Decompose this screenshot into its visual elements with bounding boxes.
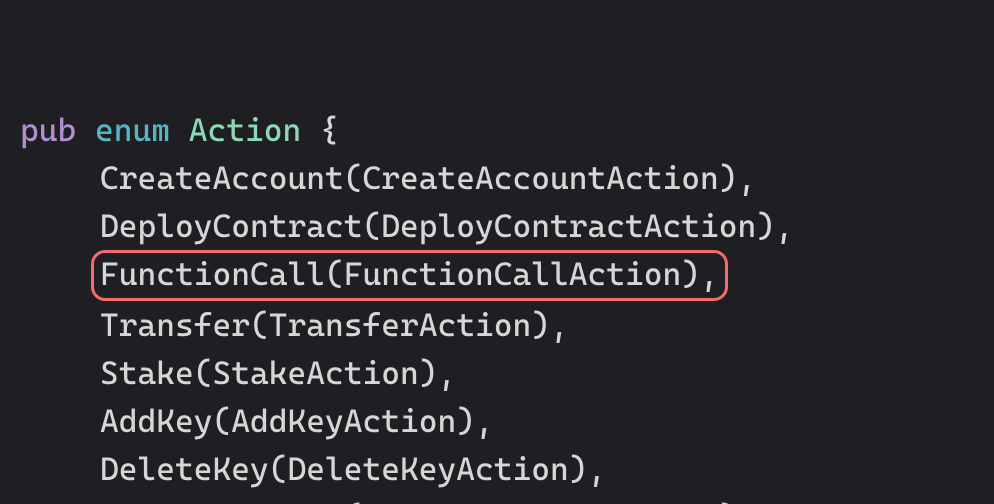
variant-name: DeleteKey — [100, 450, 269, 488]
open-paren: ( — [250, 306, 269, 344]
close-paren: ) — [756, 207, 775, 245]
variant-line-7: DeleteAccount(DeleteAccountAction), — [20, 493, 974, 504]
comma: , — [550, 306, 569, 344]
variant-inner-type: DeleteKeyAction — [288, 450, 569, 488]
code-block: pub enum Action {CreateAccount(CreateAcc… — [0, 0, 994, 504]
highlight-box: FunctionCall(FunctionCallAction), — [91, 250, 728, 301]
variant-inner-type: AddKeyAction — [231, 402, 456, 440]
close-paren: ) — [719, 498, 738, 504]
comma: , — [775, 207, 794, 245]
variant-line-4: Stake(StakeAction), — [20, 349, 974, 397]
close-paren: ) — [456, 402, 475, 440]
variant-name: CreateAccount — [100, 159, 344, 197]
close-paren: ) — [569, 450, 588, 488]
open-brace: { — [320, 111, 339, 149]
variant-inner-type: CreateAccountAction — [363, 159, 719, 197]
variant-inner-type: FunctionCallAction — [344, 255, 682, 293]
open-paren: ( — [194, 354, 213, 392]
variant-line-3: Transfer(TransferAction), — [20, 301, 974, 349]
variant-line-0: CreateAccount(CreateAccountAction), — [20, 154, 974, 202]
keyword-enum: enum — [95, 111, 170, 149]
open-paren: ( — [344, 498, 363, 504]
close-paren: ) — [531, 306, 550, 344]
comma: , — [738, 159, 757, 197]
comma: , — [700, 255, 719, 293]
open-paren: ( — [213, 402, 232, 440]
comma: , — [475, 402, 494, 440]
open-paren: ( — [363, 207, 382, 245]
variant-line-5: AddKey(AddKeyAction), — [20, 397, 974, 445]
variant-name: DeleteAccount — [100, 498, 344, 504]
enum-type-name: Action — [189, 111, 302, 149]
variant-name: Stake — [100, 354, 194, 392]
variant-line-1: DeployContract(DeployContractAction), — [20, 202, 974, 250]
variant-name: Transfer — [100, 306, 250, 344]
close-paren: ) — [681, 255, 700, 293]
variant-inner-type: StakeAction — [213, 354, 419, 392]
comma: , — [738, 498, 757, 504]
open-paren: ( — [344, 159, 363, 197]
variant-name: AddKey — [100, 402, 213, 440]
variant-inner-type: TransferAction — [269, 306, 532, 344]
enum-decl-line: pub enum Action { — [20, 106, 974, 154]
close-paren: ) — [419, 354, 438, 392]
keyword-pub: pub — [20, 111, 76, 149]
variant-line-2: FunctionCall(FunctionCallAction), — [20, 250, 974, 301]
variant-inner-type: DeleteAccountAction — [363, 498, 719, 504]
comma: , — [438, 354, 457, 392]
comma: , — [588, 450, 607, 488]
variant-line-6: DeleteKey(DeleteKeyAction), — [20, 445, 974, 493]
variant-name: DeployContract — [100, 207, 363, 245]
variant-name: FunctionCall — [100, 255, 325, 293]
open-paren: ( — [325, 255, 344, 293]
open-paren: ( — [269, 450, 288, 488]
variant-inner-type: DeployContractAction — [381, 207, 756, 245]
close-paren: ) — [719, 159, 738, 197]
